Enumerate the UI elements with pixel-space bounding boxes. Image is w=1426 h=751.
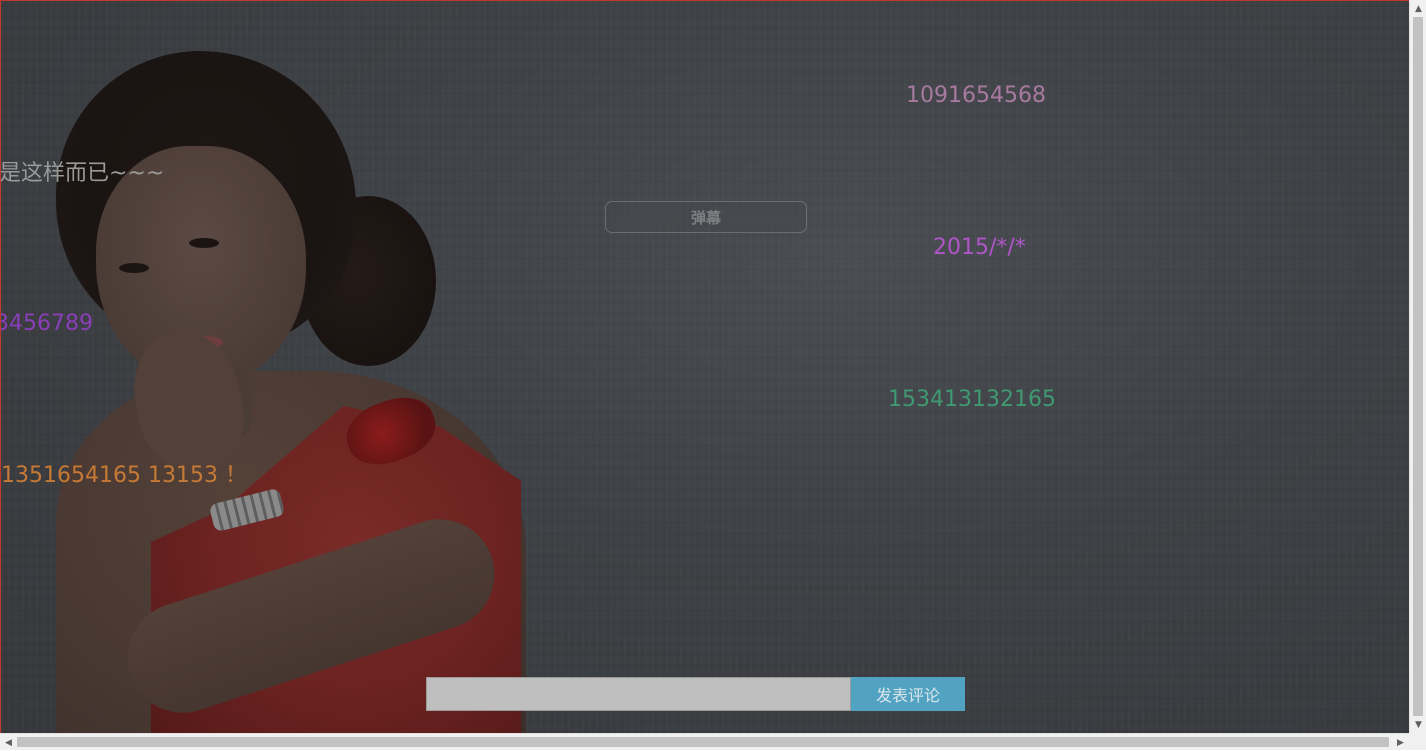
submit-comment-button[interactable]: 发表评论 (851, 677, 965, 711)
portrait-eye-left (119, 263, 149, 273)
danmaku-text: 1351654165 13153 ！ (1, 463, 247, 488)
danmaku-toggle-button[interactable]: 弹幕 (605, 201, 807, 233)
scroll-up-arrow-icon[interactable]: ▲ (1410, 0, 1426, 17)
scroll-left-arrow-icon[interactable]: ◀ (0, 734, 17, 751)
danmaku-text: 153413132165 (888, 387, 1056, 412)
background-portrait-image (1, 1, 561, 733)
portrait-eye-right (189, 238, 219, 248)
danmaku-text: 是这样而已~~~ (0, 161, 165, 186)
scrollbar-corner (1409, 733, 1426, 750)
vertical-scroll-thumb[interactable] (1413, 17, 1423, 716)
danmaku-text: 3456789 (0, 311, 93, 336)
danmaku-text: 2015/*/* (933, 235, 1026, 260)
comment-input[interactable] (426, 677, 851, 711)
horizontal-scroll-thumb[interactable] (17, 737, 1389, 747)
scroll-down-arrow-icon[interactable]: ▼ (1410, 716, 1426, 733)
scroll-right-arrow-icon[interactable]: ▶ (1392, 734, 1409, 751)
danmaku-text: 1091654568 (906, 83, 1046, 108)
horizontal-scrollbar[interactable]: ◀ ▶ (0, 733, 1409, 750)
page-viewport: 1091654568 是这样而已~~~ 2015/*/* 3456789 153… (0, 0, 1409, 733)
vertical-scrollbar[interactable]: ▲ ▼ (1409, 0, 1426, 733)
